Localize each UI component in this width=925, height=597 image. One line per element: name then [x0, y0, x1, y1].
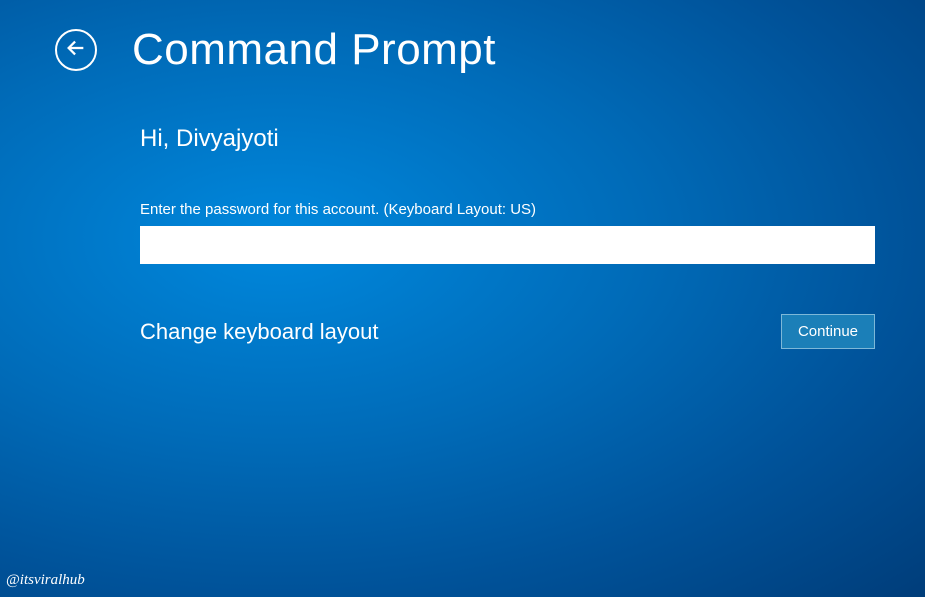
arrow-left-icon — [65, 37, 87, 64]
continue-button[interactable]: Continue — [781, 314, 875, 349]
header-row: Command Prompt — [0, 0, 925, 75]
change-keyboard-layout-link[interactable]: Change keyboard layout — [140, 319, 379, 345]
password-input[interactable] — [140, 226, 875, 264]
user-greeting: Hi, Divyajyoti — [140, 125, 870, 153]
action-row: Change keyboard layout Continue — [140, 314, 875, 349]
password-label: Enter the password for this account. (Ke… — [140, 201, 870, 218]
page-title: Command Prompt — [132, 25, 496, 75]
back-button[interactable] — [55, 29, 97, 71]
main-content: Hi, Divyajyoti Enter the password for th… — [0, 75, 925, 349]
watermark-text: @itsviralhub — [6, 572, 85, 589]
